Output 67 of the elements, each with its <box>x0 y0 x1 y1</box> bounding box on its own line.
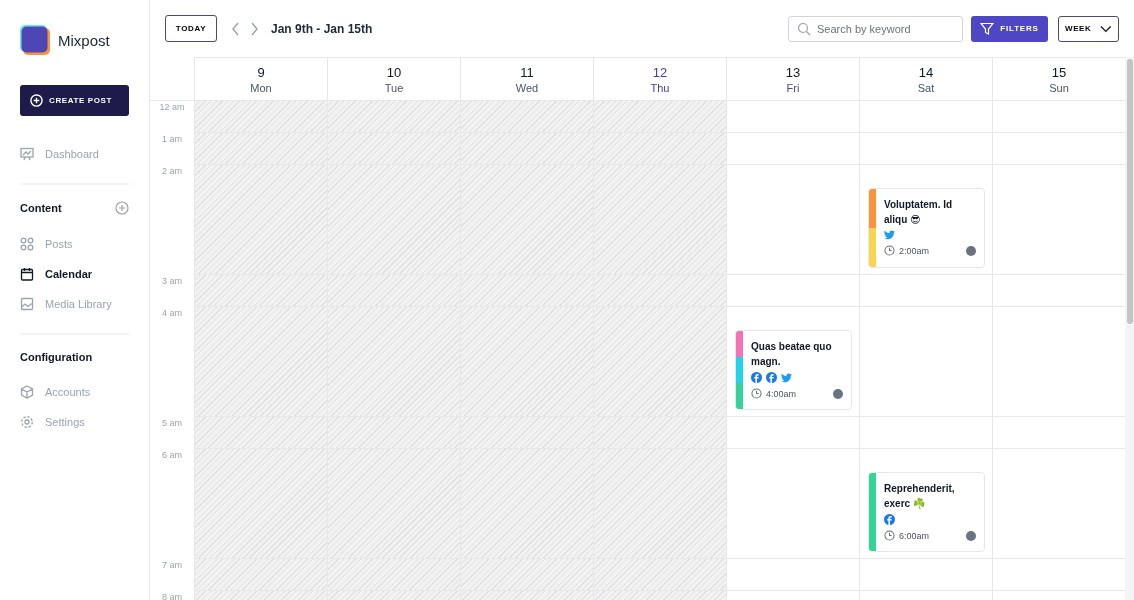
section-title: Content <box>20 202 62 214</box>
day-name: Mon <box>250 81 272 94</box>
today-button[interactable]: TODAY <box>165 15 217 42</box>
facebook-icon <box>751 372 762 383</box>
grid-icon <box>20 237 34 251</box>
cube-icon <box>20 385 34 399</box>
time-label: 6 am <box>162 450 182 460</box>
clock-icon <box>884 245 895 256</box>
image-icon <box>20 297 34 311</box>
sidebar-item[interactable]: Calendar <box>20 259 129 289</box>
post-card[interactable]: Quas beatae quo magn. 4:00am <box>735 330 852 410</box>
time-label: 12 am <box>159 102 185 112</box>
section-title: Configuration <box>20 351 93 363</box>
chart-icon <box>20 147 34 161</box>
facebook-icon <box>766 372 777 383</box>
previous-icon[interactable] <box>231 21 241 36</box>
day-number: 15 <box>1051 64 1067 80</box>
post-time: 4:00am <box>766 388 797 399</box>
day-name: Sat <box>917 81 935 94</box>
view-dropdown[interactable]: WEEK <box>1058 15 1119 42</box>
day-number: 13 <box>785 64 801 80</box>
scrollbar-thumb[interactable] <box>1126 59 1133 324</box>
facebook-icon <box>884 514 895 525</box>
bird-icon <box>884 230 895 240</box>
caret-icon <box>1100 24 1112 33</box>
post-time: 6:00am <box>899 530 930 541</box>
status-dot <box>833 388 843 399</box>
post-title: Reprehenderit, exerc ☘ <box>884 482 956 511</box>
filters-button[interactable]: FILTERS <box>971 15 1048 42</box>
time-label: 2 am <box>162 166 182 176</box>
day-number: 9 <box>257 64 265 80</box>
time-label: 8 am <box>162 592 182 600</box>
plus-icon <box>30 94 43 107</box>
time-label: 7 am <box>162 560 182 570</box>
post-card[interactable]: Voluptatem. Id aliqu 😎 2:00am <box>868 188 985 268</box>
day-number: 12 <box>652 64 668 80</box>
post-title: Quas beatae quo magn. <box>751 340 833 369</box>
time-label: 3 am <box>162 276 182 286</box>
brand-name: Mixpost <box>58 31 110 49</box>
clock-icon <box>884 530 895 541</box>
clock-icon <box>751 388 762 399</box>
day-name: Wed <box>515 81 539 94</box>
time-label: 1 am <box>162 134 182 144</box>
create-post-button[interactable]: CREATE POST <box>20 85 129 116</box>
day-name: Fri <box>786 81 800 94</box>
day-name: Thu <box>650 81 670 94</box>
calendar-icon <box>20 267 34 281</box>
post-card[interactable]: Reprehenderit, exerc ☘ 6:00am <box>868 472 985 552</box>
bird-icon <box>781 372 792 383</box>
status-dot <box>966 530 976 541</box>
add-icon[interactable] <box>115 201 129 215</box>
next-icon[interactable] <box>249 21 259 36</box>
day-name: Tue <box>384 81 404 94</box>
time-label: 4 am <box>162 308 182 318</box>
day-name: Sun <box>1049 81 1069 94</box>
logo-icon <box>20 25 50 55</box>
filter-icon <box>980 21 995 36</box>
post-title: Voluptatem. Id aliqu 😎 <box>884 198 954 227</box>
day-number: 11 <box>520 64 534 80</box>
settings-icon <box>20 415 34 429</box>
date-range: Jan 9th - Jan 15th <box>271 21 373 36</box>
time-label: 5 am <box>162 418 182 428</box>
day-number: 14 <box>918 64 934 80</box>
day-number: 10 <box>386 64 402 80</box>
post-time: 2:00am <box>899 245 930 256</box>
search-field[interactable]: Search by keyword <box>788 15 963 42</box>
status-dot <box>966 245 976 256</box>
